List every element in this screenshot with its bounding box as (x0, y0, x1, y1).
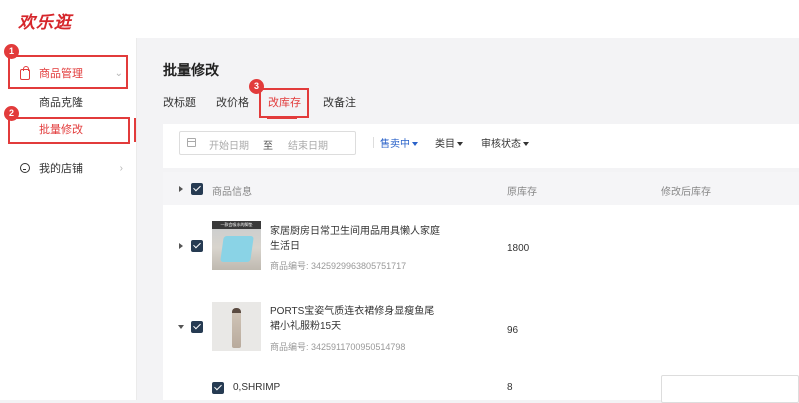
date-separator: 至 (263, 141, 273, 152)
review-status-filter-label: 审核状态 (481, 139, 521, 150)
sku-checkbox[interactable] (212, 382, 224, 394)
divider (373, 137, 374, 148)
tab-edit-price[interactable]: 改价格 (216, 94, 249, 110)
top-bar: 欢乐逛 (0, 0, 799, 38)
review-status-filter-dropdown[interactable]: 审核状态 (481, 135, 529, 150)
select-all-checkbox[interactable] (191, 183, 203, 195)
sidebar-item-label: 商品克隆 (39, 97, 83, 109)
calendar-icon (187, 138, 196, 147)
product-thumbnail (212, 302, 261, 351)
caret-down-icon (412, 142, 418, 147)
table-header: 商品信息 原库存 修改后库存 (163, 172, 799, 205)
dress-model-image (232, 308, 241, 348)
sidebar: 商品管理 ⌄ 商品克隆 批量修改 我的店铺 › (0, 38, 137, 400)
tab-edit-title[interactable]: 改标题 (163, 94, 196, 110)
table-row: PORTS宝姿气质连衣裙修身显瘦鱼尾裙小礼服粉15天 商品编号: 3425911… (163, 285, 799, 365)
expand-row-icon[interactable] (179, 243, 183, 249)
annotation-badge-2: 2 (4, 106, 19, 121)
product-code: 商品编号: 3425929963805751717 (270, 261, 407, 271)
filter-bar: 开始日期 至 结束日期 售卖中 类目 审核状态 (163, 124, 799, 168)
sku-row: 0,SHRIMP 8 (163, 365, 799, 403)
category-filter-dropdown[interactable]: 类目 (435, 135, 463, 150)
shop-icon (20, 163, 30, 173)
category-filter-label: 类目 (435, 139, 455, 150)
header-product-info: 商品信息 (212, 187, 252, 198)
date-end-input[interactable]: 结束日期 (288, 137, 328, 152)
app-logo[interactable]: 欢乐逛 (18, 8, 72, 33)
main-content: 批量修改 改标题 改价格 改库存 改备注 开始日期 至 结束日期 售卖中 类目 … (138, 38, 799, 403)
sku-name: 0,SHRIMP (233, 382, 281, 393)
sidebar-item-my-shop[interactable]: 我的店铺 › (0, 154, 137, 182)
thumbnail-banner: 一款会吸水的脚垫 (212, 221, 261, 229)
page-title: 批量修改 (163, 62, 219, 78)
date-start-input[interactable]: 开始日期 (209, 137, 249, 152)
expand-all-icon[interactable] (179, 186, 183, 192)
header-new-stock: 修改后库存 (661, 187, 711, 198)
original-stock: 1800 (507, 243, 530, 254)
active-indicator (134, 118, 136, 142)
date-range-picker[interactable]: 开始日期 至 结束日期 (179, 131, 356, 155)
product-code: 商品编号: 3425911700950514798 (270, 342, 406, 352)
sku-original-stock: 8 (507, 382, 513, 393)
sidebar-item-label: 我的店铺 (39, 163, 83, 175)
annotation-badge-1: 1 (4, 44, 19, 59)
highlight-box-2 (8, 117, 130, 144)
tab-edit-remark[interactable]: 改备注 (323, 94, 356, 110)
collapse-row-icon[interactable] (178, 325, 184, 329)
table-row: 一款会吸水的脚垫 家居厨房日常卫生间用品用具懒人家庭生活日 商品编号: 3425… (163, 205, 799, 285)
original-stock: 96 (507, 325, 519, 336)
product-name: PORTS宝姿气质连衣裙修身显瘦鱼尾裙小礼服粉15天 (270, 306, 435, 332)
product-thumbnail: 一款会吸水的脚垫 (212, 221, 261, 270)
bath-mat-image (220, 236, 254, 262)
status-filter-dropdown[interactable]: 售卖中 (380, 135, 418, 150)
row-checkbox[interactable] (191, 240, 203, 252)
chevron-right-icon: › (119, 162, 123, 174)
row-checkbox[interactable] (191, 321, 203, 333)
new-stock-input[interactable] (661, 375, 799, 403)
product-name: 家居厨房日常卫生间用品用具懒人家庭生活日 (270, 226, 440, 252)
sidebar-item-goods-clone[interactable]: 商品克隆 (0, 88, 137, 116)
highlight-box-1 (8, 55, 128, 89)
product-table: 商品信息 原库存 修改后库存 一款会吸水的脚垫 家居厨房日常卫生间用品用具懒人家… (163, 172, 799, 403)
caret-down-icon (523, 142, 529, 147)
caret-down-icon (457, 142, 463, 147)
tab-edit-stock[interactable]: 改库存 (268, 94, 301, 110)
status-filter-label: 售卖中 (380, 139, 410, 150)
header-original-stock: 原库存 (507, 187, 537, 198)
active-tab-underline (267, 117, 297, 119)
